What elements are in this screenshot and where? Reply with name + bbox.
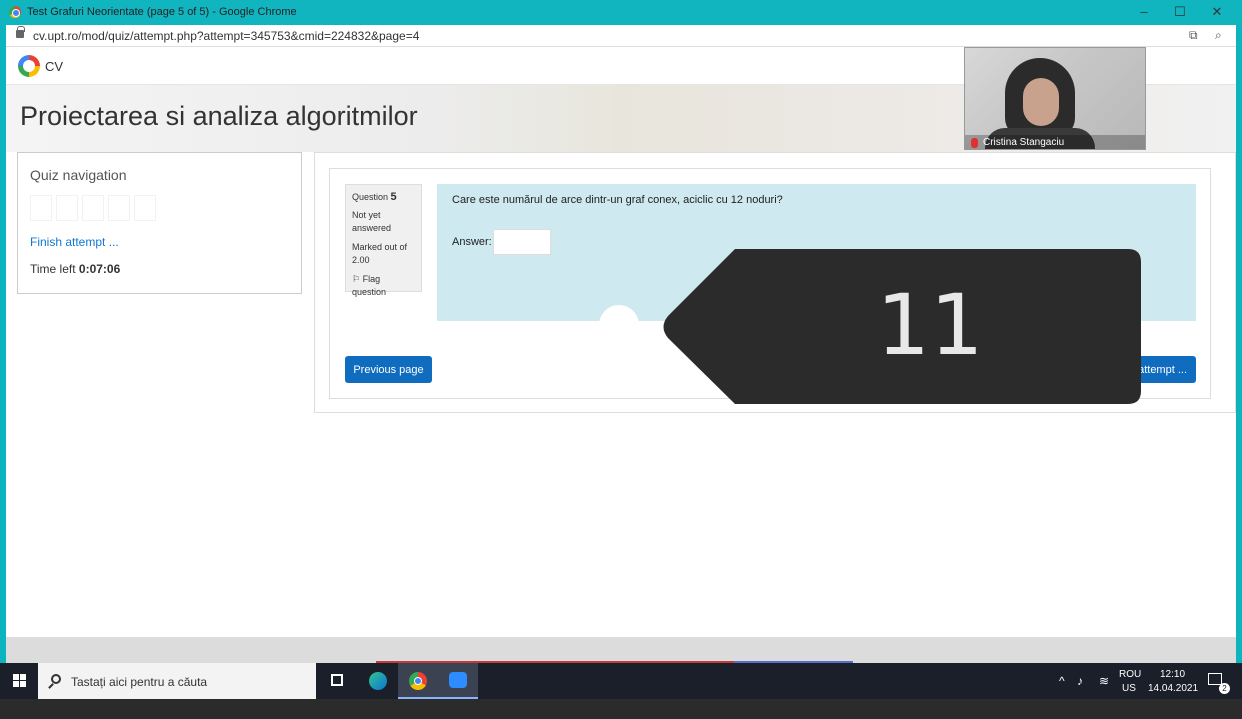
minimize-button[interactable]: –: [1126, 3, 1162, 21]
bottom-strip: [6, 637, 1236, 663]
search-placeholder: Tastați aici pentru a căuta: [71, 675, 208, 689]
start-button[interactable]: [0, 663, 38, 699]
zoom-app-icon[interactable]: [438, 663, 478, 699]
clock-date[interactable]: 14.04.2021: [1148, 683, 1198, 719]
wifi-icon[interactable]: ≋: [1099, 674, 1109, 710]
task-view-icon[interactable]: [318, 663, 358, 699]
windows-logo-icon: [13, 674, 19, 680]
flag-question[interactable]: ⚐ Flag question: [352, 273, 415, 299]
question-text: Care este numărul de arce dintr-un graf …: [452, 194, 783, 206]
question-content: Care este numărul de arce dintr-un graf …: [437, 184, 1196, 321]
question-nav-button[interactable]: [108, 195, 130, 221]
previous-page-button[interactable]: Previous page: [345, 356, 432, 383]
lock-icon: [16, 26, 25, 38]
answer-input[interactable]: [493, 229, 551, 255]
logo-text[interactable]: CV: [45, 59, 63, 74]
question-nav-button[interactable]: [30, 195, 52, 221]
time-left: Time left 0:07:06: [30, 262, 120, 276]
taskbar-search[interactable]: Tastați aici pentru a căuta: [38, 663, 316, 699]
question-nav-button[interactable]: [82, 195, 104, 221]
time-left-value: 0:07:06: [78, 262, 121, 276]
volume-icon[interactable]: ♪: [1077, 674, 1083, 710]
address-bar[interactable]: cv.upt.ro/mod/quiz/attempt.php?attempt=3…: [6, 25, 1236, 47]
zoom-icon[interactable]: ⌕: [1215, 28, 1222, 43]
maximize-button[interactable]: ☐: [1162, 3, 1198, 21]
muted-mic-icon: [971, 138, 978, 148]
edge-icon[interactable]: [358, 663, 398, 699]
answer-label: Answer:: [452, 236, 492, 248]
question-nav-button[interactable]: [134, 195, 156, 221]
question-marks: Marked out of 2.00: [352, 242, 408, 265]
windows-taskbar: Tastați aici pentru a căuta ^ ♪ ≋ ROU US…: [0, 663, 1242, 699]
question-label: Question: [352, 192, 389, 202]
flag-icon: ⚐: [352, 274, 361, 284]
title-bar: Test Grafuri Neorientate (page 5 of 5) -…: [0, 0, 1242, 25]
notification-icon[interactable]: [1208, 673, 1222, 685]
question-card: Question 5 Not yet answered Marked out o…: [329, 168, 1211, 399]
quiz-navigation-block: Quiz navigation Finish attempt ... Time …: [17, 152, 302, 294]
chrome-icon: [9, 6, 21, 18]
question-info: Question 5 Not yet answered Marked out o…: [345, 184, 422, 297]
question-number: 5: [390, 191, 397, 203]
cv-logo-icon[interactable]: [18, 55, 40, 77]
lang-bottom[interactable]: US: [1122, 683, 1136, 719]
chrome-taskbar-icon[interactable]: [398, 663, 438, 699]
search-icon: [51, 674, 61, 684]
close-button[interactable]: ✕: [1199, 3, 1235, 21]
url-text[interactable]: cv.upt.ro/mod/quiz/attempt.php?attempt=3…: [33, 29, 419, 43]
question-status: Not yet answered: [352, 210, 392, 233]
participant-face: [1023, 78, 1059, 126]
tray-chevron-icon[interactable]: ^: [1059, 674, 1065, 710]
windows-logo-icon: [20, 681, 26, 687]
notification-count: 2: [1219, 683, 1230, 694]
finish-attempt-button[interactable]: Finish attempt ...: [1097, 356, 1196, 383]
question-nav-button[interactable]: [56, 195, 78, 221]
quiz-navigation-heading: Quiz navigation: [30, 167, 127, 183]
time-left-label: Time left: [30, 262, 76, 276]
windows-logo-icon: [13, 681, 19, 687]
participant-name: Cristina Stangaciu: [965, 135, 1145, 149]
translate-icon[interactable]: ⧉: [1189, 28, 1198, 43]
windows-logo-icon: [20, 674, 26, 680]
course-title: Proiectarea si analiza algoritmilor: [20, 101, 418, 131]
main-region: Question 5 Not yet answered Marked out o…: [314, 152, 1236, 413]
window-title: Test Grafuri Neorientate (page 5 of 5) -…: [27, 6, 297, 18]
pointer-dot: [599, 305, 639, 345]
finish-attempt-link[interactable]: Finish attempt ...: [30, 235, 119, 249]
webcam-video: Cristina Stangaciu: [964, 47, 1146, 150]
